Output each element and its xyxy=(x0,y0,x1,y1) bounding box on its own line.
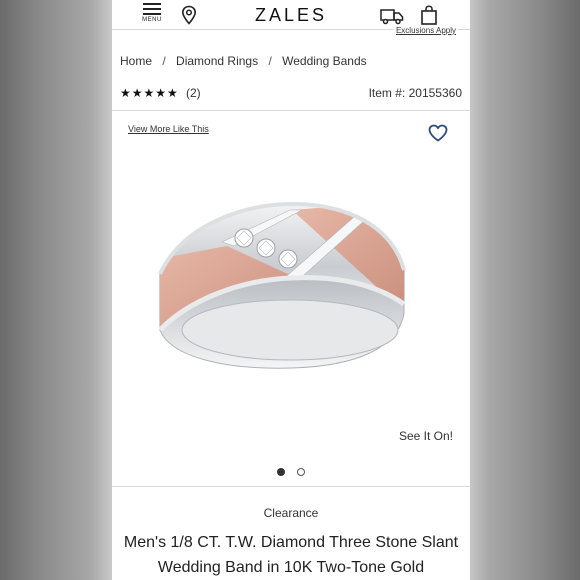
breadcrumb: Home / Diamond Rings / Wedding Bands xyxy=(120,54,367,68)
breadcrumb-wedding-bands[interactable]: Wedding Bands xyxy=(282,54,367,68)
item-number: Item #: 20155360 xyxy=(368,86,462,100)
carousel-dot-1[interactable] xyxy=(276,468,285,476)
carousel-dots xyxy=(112,463,470,481)
mobile-page: MENU ZALES Exclusions Apply Home / Diamo… xyxy=(112,0,470,580)
breadcrumb-diamond-rings[interactable]: Diamond Rings xyxy=(176,54,258,68)
truck-icon[interactable] xyxy=(380,7,404,25)
rating-row: ★★★★★ (2) Item #: 20155360 xyxy=(120,86,462,102)
divider xyxy=(112,486,470,487)
product-image-ring[interactable] xyxy=(142,180,432,380)
shopping-bag-icon[interactable] xyxy=(420,5,438,25)
exclusions-apply-link[interactable]: Exclusions Apply xyxy=(393,27,458,35)
view-more-like-this-link[interactable]: View More Like This xyxy=(128,124,209,134)
breadcrumb-separator: / xyxy=(162,54,166,68)
site-header: MENU ZALES Exclusions Apply xyxy=(112,0,470,35)
breadcrumb-home[interactable]: Home xyxy=(120,54,152,68)
product-title: Men's 1/8 CT. T.W. Diamond Three Stone S… xyxy=(123,534,459,576)
clearance-label: Clearance xyxy=(263,506,319,520)
site-logo[interactable]: ZALES xyxy=(112,5,470,26)
star-rating[interactable]: ★★★★★ xyxy=(120,86,179,100)
heart-icon[interactable] xyxy=(428,124,448,142)
see-it-on-button[interactable]: See It On! xyxy=(399,429,453,443)
review-count[interactable]: (2) xyxy=(186,86,201,100)
carousel-dot-2[interactable] xyxy=(297,468,306,476)
divider xyxy=(112,110,470,111)
breadcrumb-separator: / xyxy=(268,54,272,68)
